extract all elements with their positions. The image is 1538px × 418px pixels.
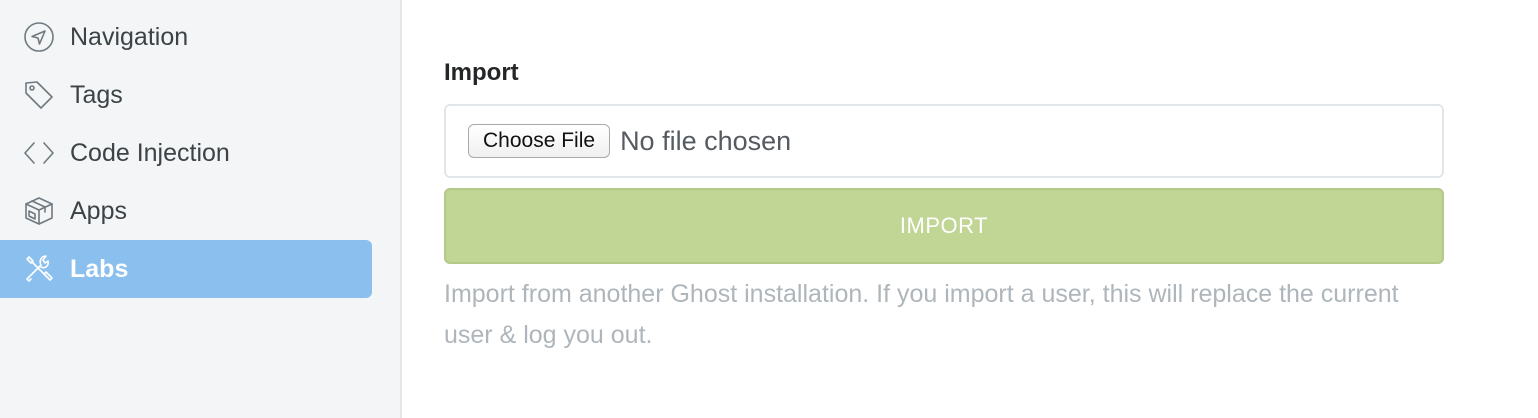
- file-status-text: No file chosen: [620, 125, 792, 156]
- tools-icon: [22, 252, 56, 286]
- tag-icon: [22, 78, 56, 112]
- sidebar-item-tags[interactable]: Tags: [0, 66, 372, 124]
- sidebar-item-labs[interactable]: Labs: [0, 240, 372, 298]
- navigation-arrow-icon: [22, 20, 56, 54]
- file-input-box[interactable]: Choose File No file chosen: [444, 104, 1444, 178]
- sidebar-item-label: Apps: [70, 196, 127, 225]
- sidebar-item-navigation[interactable]: Navigation: [0, 8, 372, 66]
- sidebar-item-label: Code Injection: [70, 138, 230, 167]
- code-brackets-icon: [22, 136, 56, 170]
- sidebar-item-label: Labs: [70, 254, 129, 283]
- box-icon: [22, 194, 56, 228]
- choose-file-button[interactable]: Choose File: [468, 124, 611, 158]
- import-button[interactable]: IMPORT: [444, 188, 1444, 264]
- sidebar-item-code-injection[interactable]: Code Injection: [0, 124, 372, 182]
- section-title: Import: [444, 59, 519, 86]
- app-window: Navigation Tags Code Injection Apps Labs…: [0, 0, 1538, 418]
- settings-sidebar: Navigation Tags Code Injection Apps Labs: [0, 0, 402, 418]
- sidebar-item-apps[interactable]: Apps: [0, 182, 372, 240]
- sidebar-item-label: Tags: [70, 80, 123, 109]
- import-help-text: Import from another Ghost installation. …: [444, 280, 1399, 349]
- sidebar-nav: Navigation Tags Code Injection Apps Labs: [0, 8, 372, 298]
- sidebar-item-label: Navigation: [70, 22, 189, 51]
